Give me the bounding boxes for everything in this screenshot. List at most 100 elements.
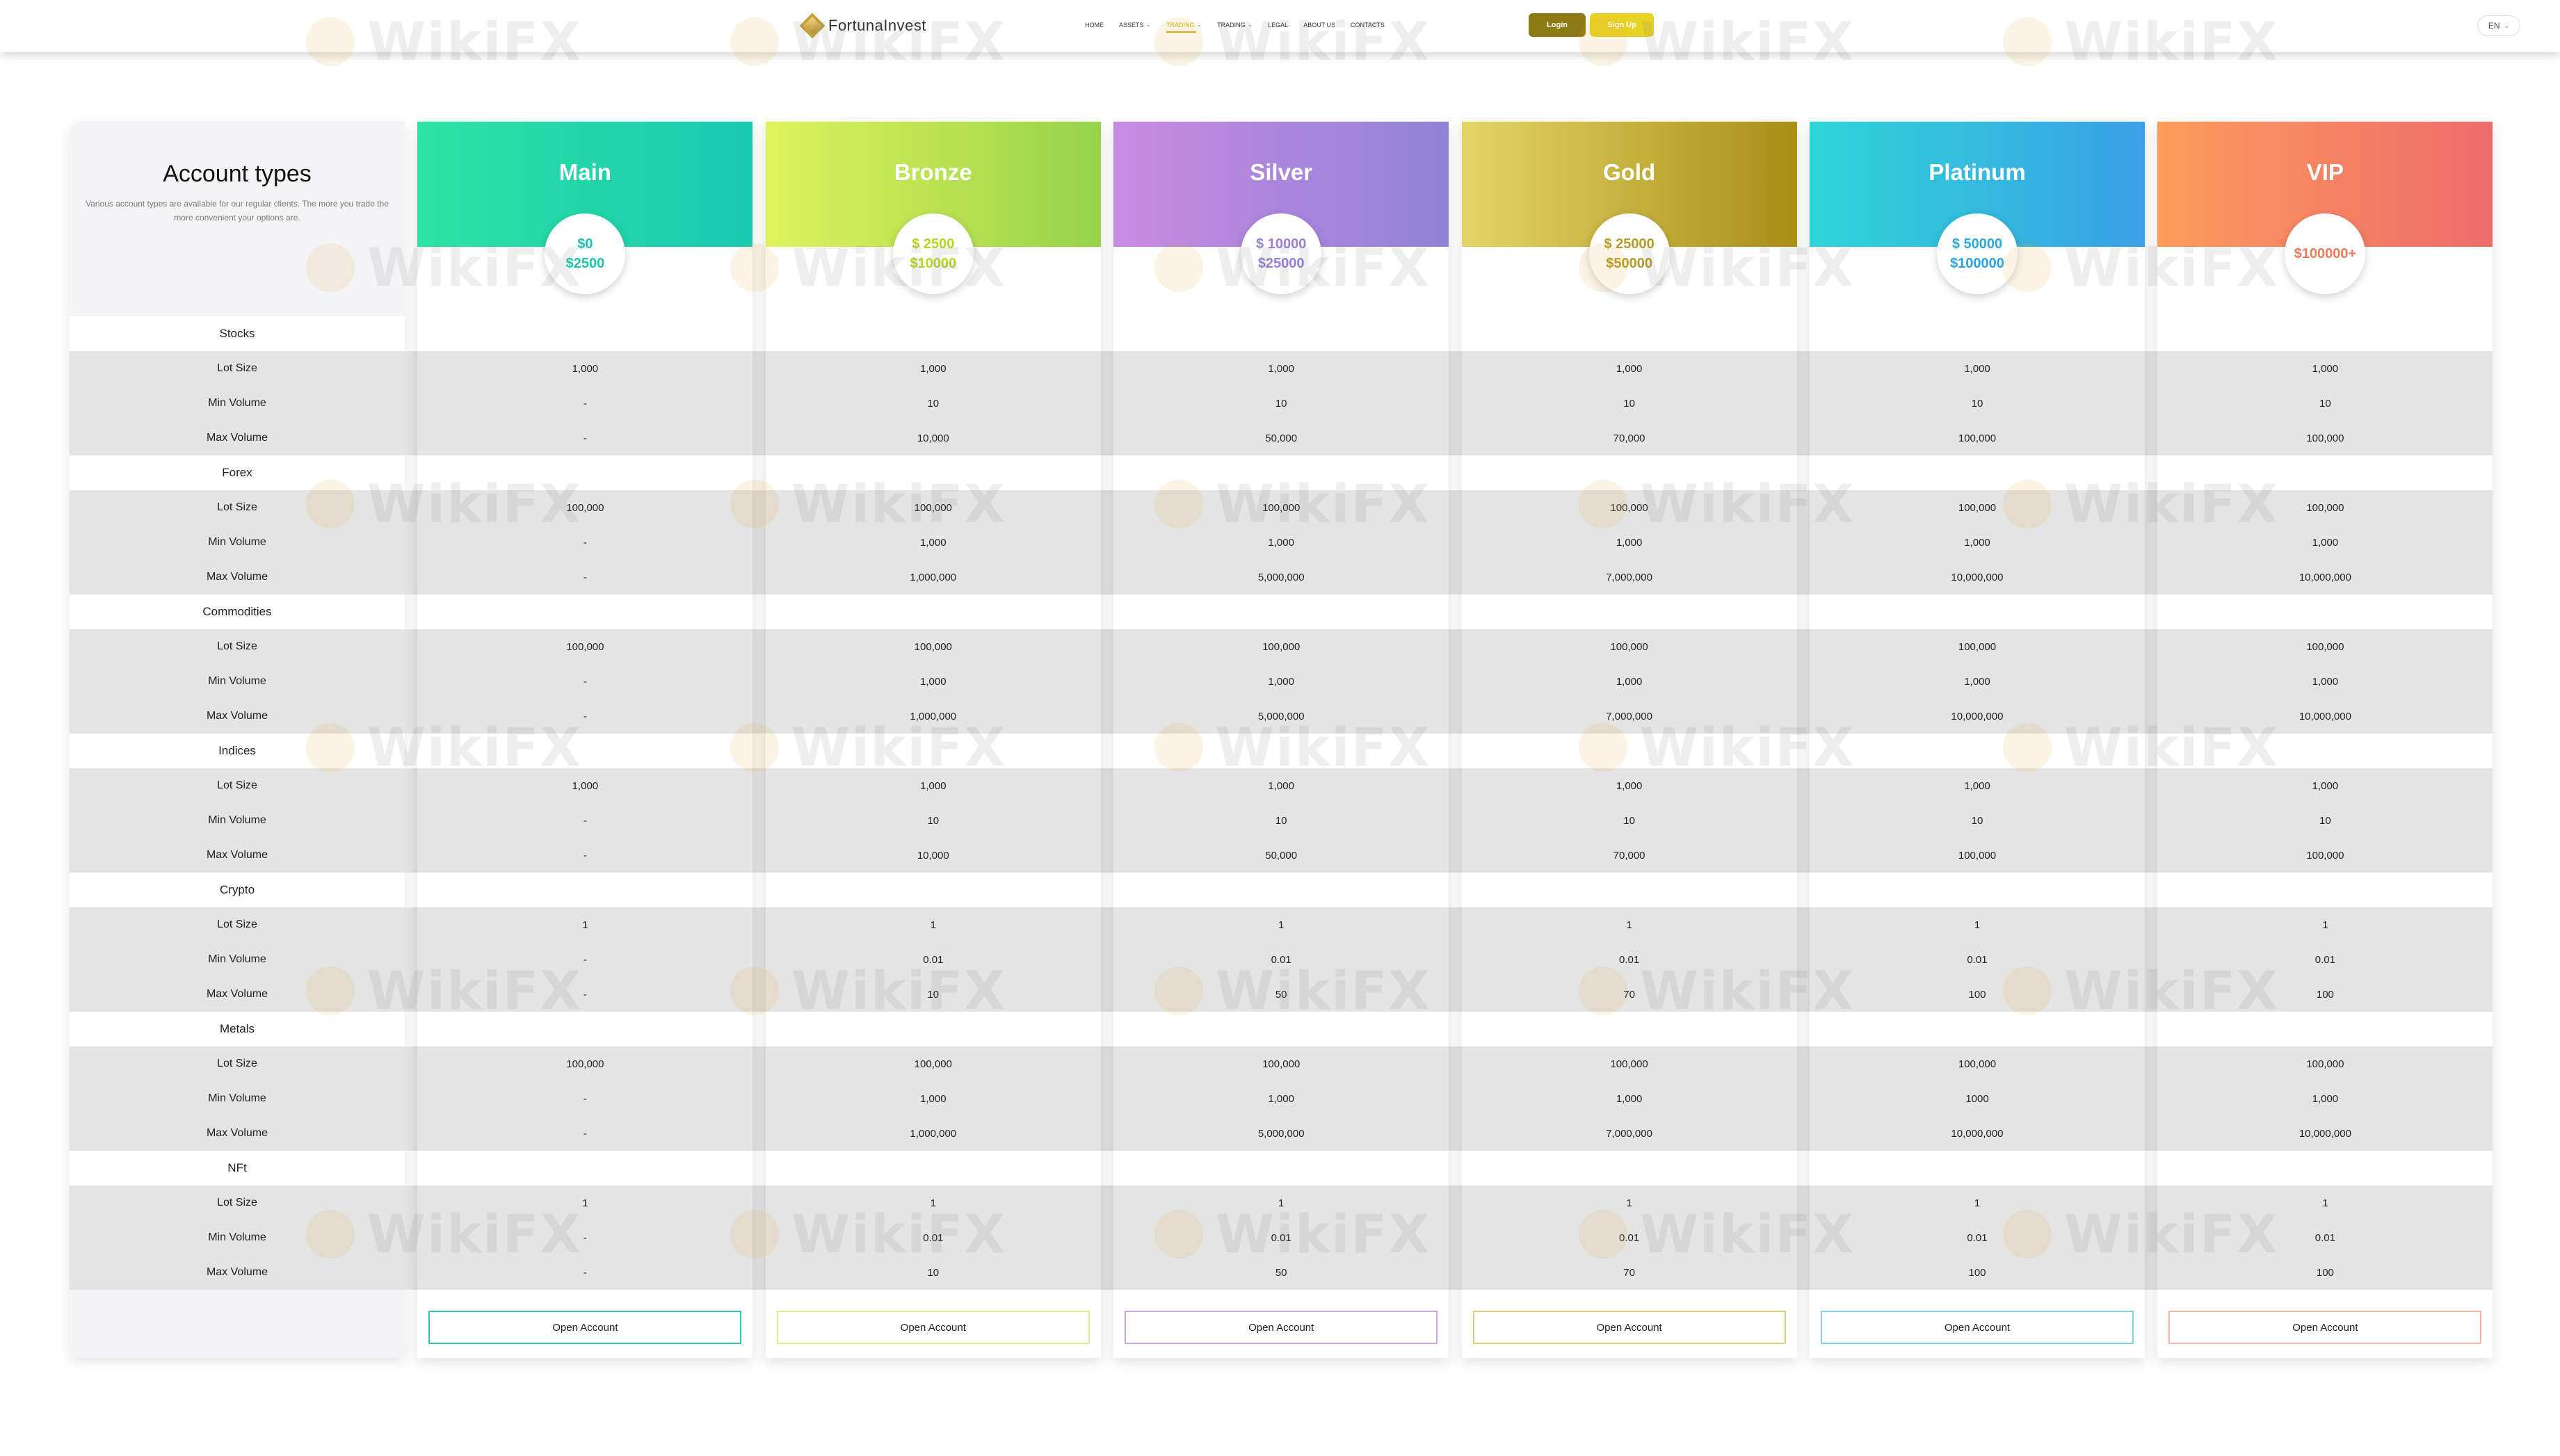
table-cell: 100,000 (914, 1058, 952, 1070)
table-cell: 10,000,000 (1951, 710, 2004, 722)
table-cell: 100 (1968, 1266, 1986, 1279)
table-cell: 1,000 (1964, 675, 1990, 688)
open-account-button[interactable]: Open Account (428, 1311, 742, 1344)
table-cell: 100 (1968, 988, 1986, 1001)
table-cell: 1,000 (2312, 675, 2339, 688)
table-cell: 1 (1626, 1197, 1632, 1209)
table-cell: 0.01 (1967, 953, 1988, 966)
open-account-button[interactable]: Open Account (1125, 1311, 1438, 1344)
table-cell: 1,000 (1616, 779, 1643, 792)
table-cell: 7,000,000 (1606, 571, 1652, 583)
account-name: Silver (1250, 159, 1313, 185)
nav-item-label: TRADING (1166, 21, 1195, 29)
price-range-badge: $ 10000 $25000 (1241, 213, 1322, 294)
table-cell: 100,000 (1958, 1058, 1997, 1070)
table-cell: 1000 (1965, 1092, 1989, 1105)
account-name: Main (558, 159, 611, 185)
table-cell: 1 (930, 919, 936, 931)
table-cell: - (583, 953, 587, 966)
table-cell: 1,000 (1964, 536, 1990, 549)
table-cell: 1,000 (1616, 536, 1643, 549)
section-title: Stocks (219, 327, 255, 340)
row-label: Min Volume (208, 953, 266, 965)
table-cell: 1,000 (920, 779, 947, 792)
table-cell: 50,000 (1265, 849, 1298, 862)
nav-item[interactable]: ABOUT US (1303, 22, 1335, 29)
table-cell: 100,000 (1958, 432, 1997, 444)
table-cell: 100,000 (2306, 501, 2344, 514)
open-account-button[interactable]: Open Account (2168, 1311, 2482, 1344)
chevron-down-icon: ⌄ (1196, 21, 1202, 28)
table-cell: 70 (1623, 1266, 1635, 1279)
table-cell: 0.01 (1271, 1231, 1291, 1244)
table-cell: 7,000,000 (1606, 1127, 1652, 1140)
nav-item[interactable]: ASSETS ⌄ (1119, 21, 1151, 29)
table-cell: 0.01 (1271, 953, 1291, 966)
row-label: Min Volume (208, 536, 266, 548)
nav-item[interactable]: TRADING ⌄ (1217, 21, 1253, 29)
table-cell: 1 (582, 919, 588, 931)
table-cell: 1,000 (2312, 362, 2339, 375)
nav-item[interactable]: CONTACTS (1351, 22, 1385, 29)
row-label: Lot Size (217, 919, 257, 930)
signup-button[interactable]: Sign Up (1590, 13, 1654, 37)
table-cell: 100,000 (914, 501, 952, 514)
nav-item[interactable]: TRADING ⌄ (1166, 21, 1202, 33)
account-name: VIP (2306, 159, 2344, 185)
main-nav: HOME ASSETS ⌄ TRADING ⌄ TRADING ⌄ LEGAL ABOUT US… (1085, 21, 1385, 33)
table-cell: 10 (1623, 814, 1635, 827)
table-cell: 10,000,000 (2299, 571, 2351, 583)
table-cell: - (583, 814, 587, 827)
price-range-line: $0 (577, 236, 593, 252)
table-cell: 10,000,000 (1951, 571, 2004, 583)
table-cell: - (583, 571, 587, 583)
price-range-line: $100000+ (2294, 246, 2357, 261)
table-cell: 10 (1971, 397, 1983, 410)
table-cell: 100,000 (1262, 501, 1301, 514)
price-range-badge: $100000+ (2285, 213, 2366, 294)
table-cell: 70,000 (1613, 849, 1645, 862)
account-column-bronze: Bronze $ 2500 $10000 (765, 122, 1101, 1358)
nav-item[interactable]: LEGAL (1268, 22, 1288, 29)
table-cell: 50 (1275, 988, 1287, 1001)
table-cell: 1,000 (2312, 536, 2339, 549)
language-selector[interactable]: EN ⌄ (2477, 15, 2520, 36)
login-button[interactable]: Login (1529, 13, 1586, 37)
price-range-line: $2500 (565, 256, 605, 271)
table-cell: - (583, 1092, 587, 1105)
row-label: Min Volume (208, 675, 266, 687)
table-cell: 100,000 (2306, 1058, 2344, 1070)
open-account-button[interactable]: Open Account (1821, 1311, 2134, 1344)
table-cell: 0.01 (2315, 1231, 2335, 1244)
table-cell: 1,000 (1268, 1092, 1294, 1105)
row-label: Max Volume (206, 988, 268, 1000)
table-cell: 10,000,000 (2299, 1127, 2351, 1140)
table-cell: 100,000 (566, 1058, 604, 1070)
brand-logo[interactable]: FortunaInvest (799, 13, 926, 39)
price-range-badge: $ 50000 $100000 (1937, 213, 2018, 294)
open-account-button[interactable]: Open Account (1472, 1311, 1786, 1344)
table-cell: 10 (1275, 397, 1287, 410)
price-range-line: $ 50000 (1951, 236, 2003, 252)
section-title: Commodities (202, 605, 272, 618)
row-label: Min Volume (208, 397, 266, 409)
table-cell: 10 (1971, 814, 1983, 827)
table-cell: 100,000 (1610, 640, 1648, 653)
chevron-down-icon: ⌄ (2504, 22, 2510, 29)
table-cell: 10,000,000 (2299, 710, 2351, 722)
table-cell: 10 (927, 814, 940, 827)
table-cell: 1,000 (920, 1092, 947, 1105)
table-cell: 1,000 (2312, 1092, 2339, 1105)
row-label: Max Volume (206, 849, 268, 861)
table-cell: - (583, 397, 587, 410)
account-column-silver: Silver $ 10000 $25000 (1113, 122, 1449, 1358)
table-cell: 1,000 (2312, 779, 2339, 792)
table-cell: 1 (582, 1197, 588, 1209)
account-name: Bronze (894, 159, 972, 185)
section-title: Indices (218, 744, 256, 757)
table-cell: 100,000 (1262, 640, 1301, 653)
nav-item[interactable]: HOME (1085, 22, 1104, 29)
table-cell: 10 (927, 1266, 940, 1279)
table-cell: - (583, 849, 587, 862)
open-account-button[interactable]: Open Account (776, 1311, 1090, 1344)
